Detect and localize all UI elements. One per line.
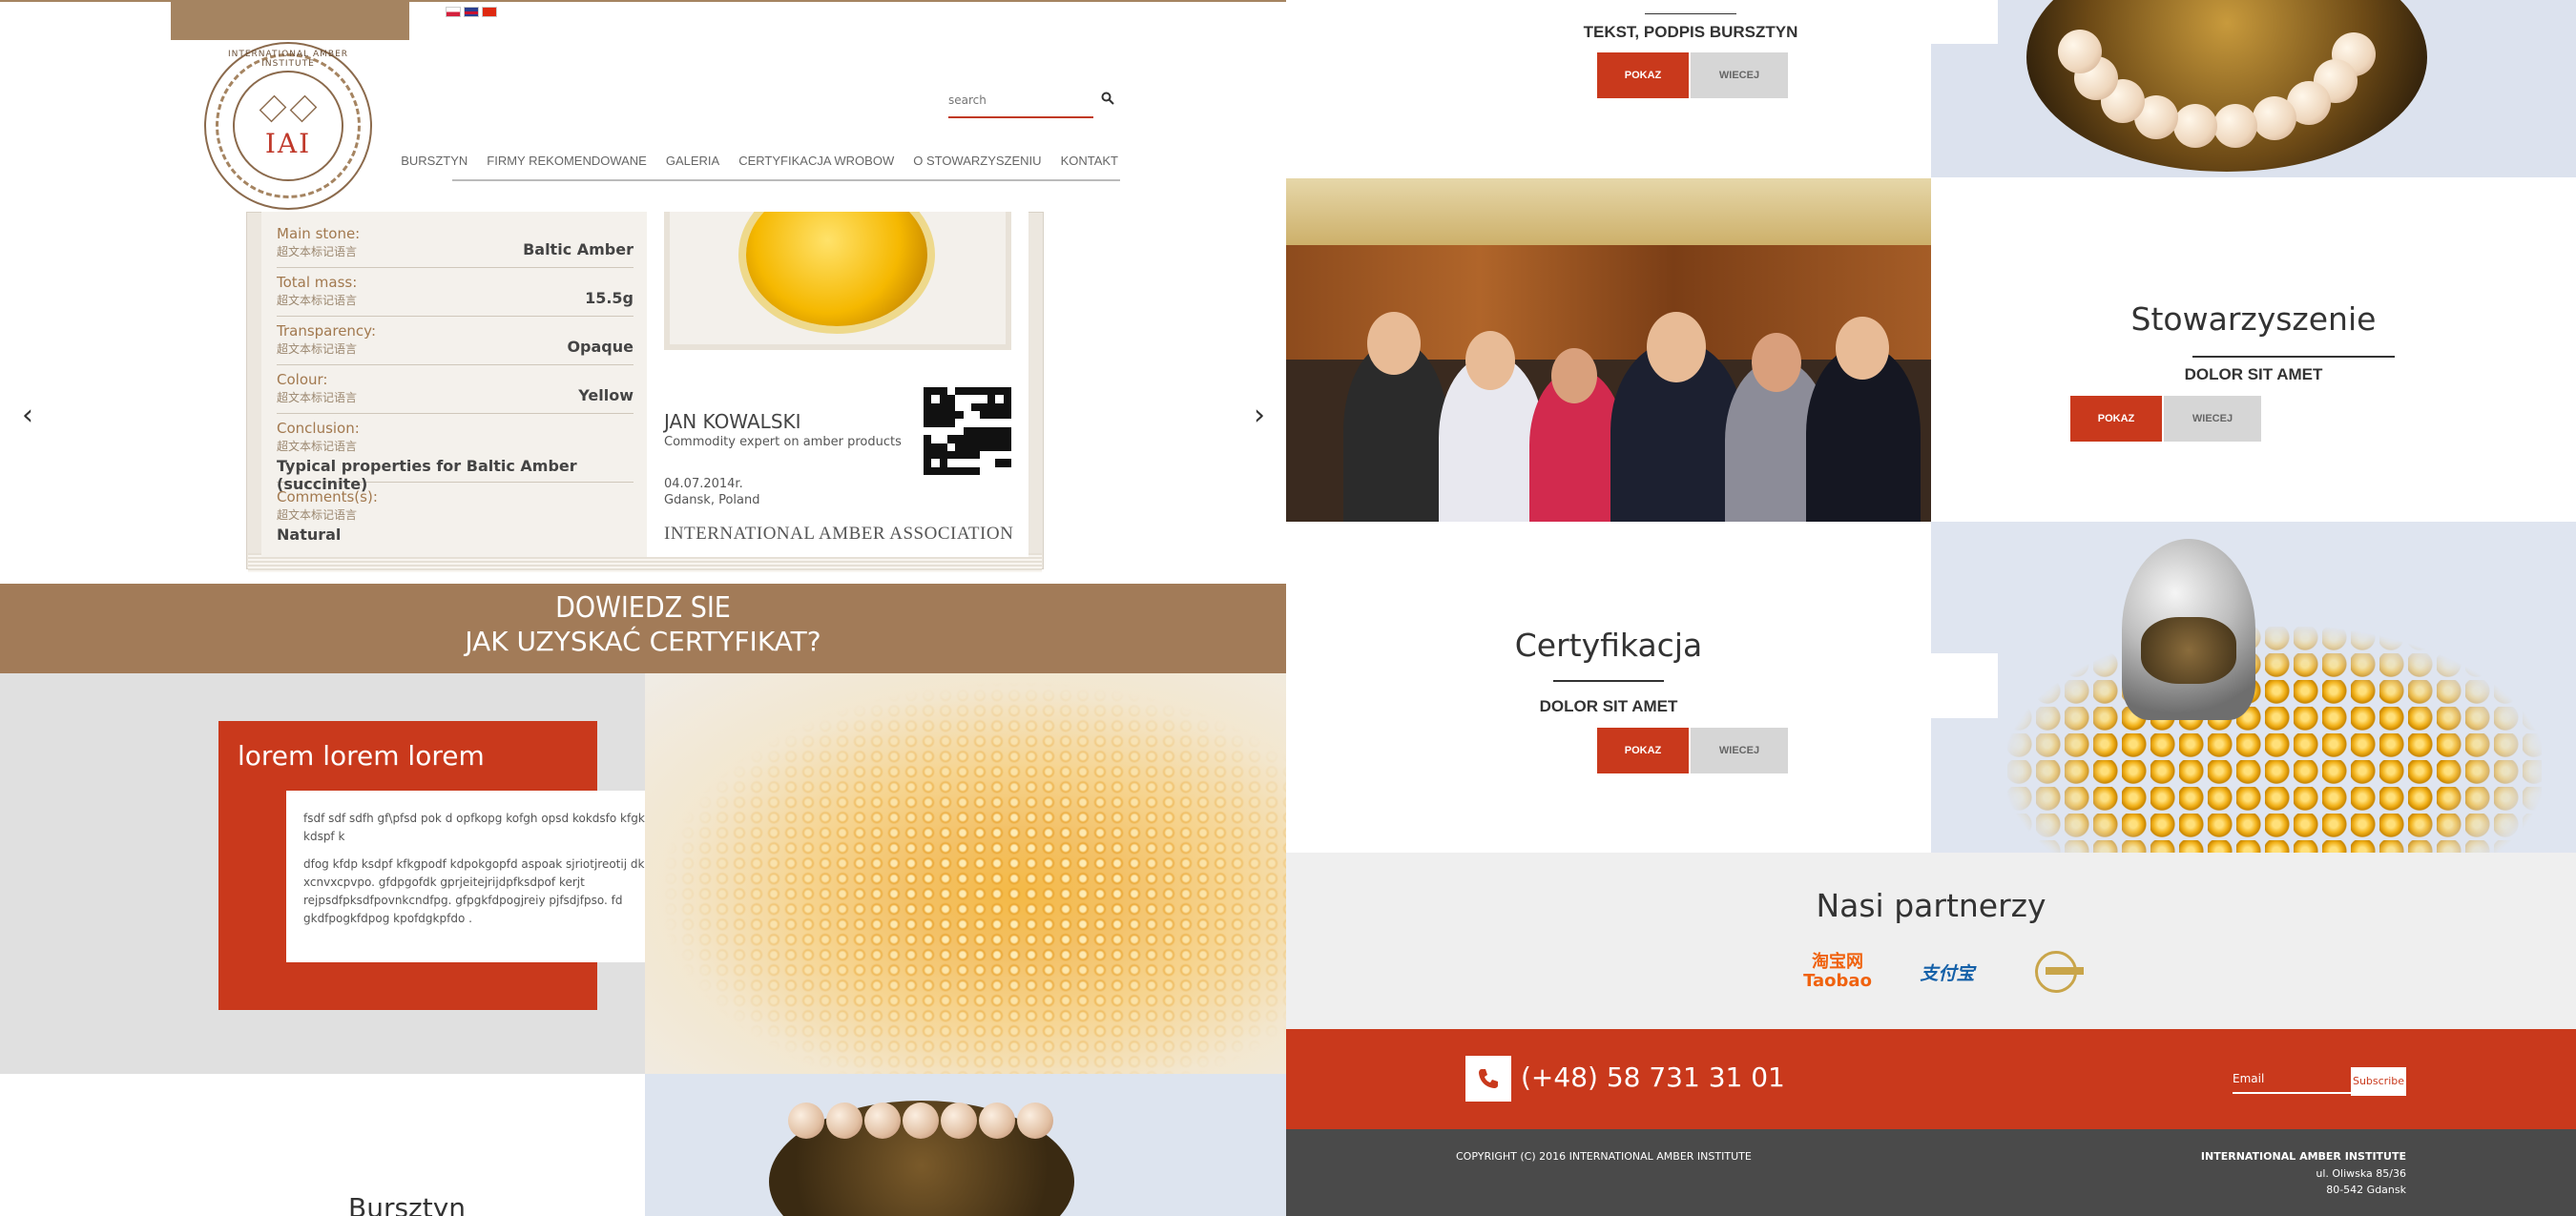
- property-label: Comments(s):: [277, 488, 378, 505]
- property-sublabel: 超文本标记语言: [277, 508, 358, 522]
- nav-item-certyfikacja[interactable]: CERTYFIKACJA WROBOW: [738, 154, 894, 168]
- property-row: Transparency: 超文本标记语言 Opaque: [277, 317, 634, 365]
- property-label: Total mass:: [277, 274, 358, 291]
- section-divider: [1645, 13, 1736, 14]
- banner-line-2: JAK UZYSKAĆ CERTYFIKAT?: [465, 626, 821, 657]
- logo-gems-icon: [259, 93, 318, 124]
- property-row: Comments(s): 超文本标记语言 Natural: [277, 483, 634, 551]
- left-panel: INTERNATIONAL AMBER INSTITUTE IAI BURSZT…: [0, 0, 1286, 1216]
- newsletter-email: [2233, 1065, 2353, 1094]
- info-paragraph: fsdf sdf sdfh gf\pfsd pok d opfkopg kofg…: [303, 812, 682, 843]
- property-label: Conclusion:: [277, 420, 360, 437]
- pl-flag-icon[interactable]: [446, 7, 461, 17]
- footer: COPYRIGHT (C) 2016 INTERNATIONAL AMBER I…: [1286, 1129, 2576, 1216]
- pokaz-button[interactable]: POKAZ: [2070, 396, 2162, 442]
- partners-title: Nasi partnerzy: [1816, 887, 2046, 924]
- amber-bowl-photo-top: [1931, 0, 2576, 177]
- certificate-place: Gdansk, Poland: [664, 493, 760, 507]
- amber-pendant-stone: [746, 212, 927, 326]
- property-value: Yellow: [578, 386, 634, 404]
- pokaz-button[interactable]: POKAZ: [1597, 52, 1689, 98]
- section-divider: [1553, 680, 1664, 682]
- property-sublabel: 超文本标记语言: [277, 294, 358, 307]
- footer-address-line-1: ul. Oliwska 85/36: [2316, 1167, 2406, 1180]
- nav-item-o-stowarzyszeniu[interactable]: O STOWARZYSZENIU: [913, 154, 1041, 168]
- footer-address-line-2: 80-542 Gdansk: [2326, 1184, 2406, 1196]
- site-logo[interactable]: INTERNATIONAL AMBER INSTITUTE IAI: [204, 42, 372, 210]
- alipay-logo[interactable]: 支付宝: [1912, 948, 1983, 996]
- stowarzyszenie-title: Stowarzyszenie: [2130, 300, 2377, 338]
- expert-name: JAN KOWALSKI: [664, 410, 801, 433]
- property-value: Natural: [277, 526, 342, 544]
- certificate-details: JAN KOWALSKI Commodity expert on amber p…: [647, 212, 1028, 557]
- certyfikacja-title: Certyfikacja: [1514, 627, 1703, 664]
- property-row: Colour: 超文本标记语言 Yellow: [277, 365, 634, 414]
- certificate: Main stone: 超文本标记语言 Baltic Amber Total m…: [261, 212, 1028, 557]
- wiecej-button[interactable]: WIECEJ: [2164, 396, 2261, 442]
- nav-item-bursztyn[interactable]: BURSZTYN: [401, 154, 467, 168]
- amber-pendant-image: [664, 212, 1011, 350]
- banner-line-1: DOWIEDZ SIE: [555, 591, 731, 625]
- logo-tab: [171, 0, 409, 40]
- amber-bowl-photo: [645, 1074, 1286, 1216]
- certificate-properties: Main stone: 超文本标记语言 Baltic Amber Total m…: [261, 212, 647, 557]
- partners-section: Nasi partnerzy 淘宝网 Taobao 支付宝: [1286, 853, 2576, 1029]
- taobao-logo[interactable]: 淘宝网 Taobao: [1801, 948, 1874, 996]
- nav-item-galeria[interactable]: GALERIA: [666, 154, 719, 168]
- cn-flag-icon[interactable]: [482, 7, 497, 17]
- logo-arc-text: INTERNATIONAL AMBER INSTITUTE: [227, 50, 349, 69]
- phone-number[interactable]: (+48) 58 731 31 01: [1521, 1061, 1785, 1093]
- email-field[interactable]: [2233, 1065, 2353, 1092]
- certificate-date: 04.07.2014r.: [664, 477, 743, 491]
- main-nav: BURSZTYN FIRMY REKOMENDOWANE GALERIA CER…: [401, 141, 1120, 181]
- amber-thimble-photo: [1931, 522, 2576, 853]
- property-sublabel: 超文本标记语言: [277, 440, 358, 453]
- search-icon[interactable]: [1101, 92, 1114, 105]
- certificate-organization: INTERNATIONAL AMBER ASSOCIATION: [664, 524, 1014, 544]
- property-row: Conclusion: 超文本标记语言 Typical properties f…: [277, 414, 634, 493]
- right-panel: TEKST, PODPIS BURSZTYN POKAZ WIECEJ Stow…: [1286, 0, 2576, 1216]
- group-photo: [1286, 178, 1931, 522]
- certyfikacja-section: Certyfikacja DOLOR SIT AMET POKAZ WIECEJ: [1286, 522, 1931, 853]
- page: INTERNATIONAL AMBER INSTITUTE IAI BURSZT…: [0, 0, 2576, 1216]
- en-flag-icon[interactable]: [464, 7, 479, 17]
- certificate-cta-banner[interactable]: DOWIEDZ SIE JAK UZYSKAĆ CERTYFIKAT?: [0, 584, 1286, 673]
- taobao-logo-en: Taobao: [1803, 971, 1872, 991]
- subscribe-button[interactable]: Subscribe: [2351, 1067, 2406, 1096]
- phone-icon: [1465, 1056, 1511, 1102]
- property-value: Baltic Amber: [523, 240, 634, 258]
- search-input[interactable]: [948, 84, 1093, 116]
- slider-prev-button[interactable]: ‹: [13, 401, 42, 431]
- property-row: Main stone: 超文本标记语言 Baltic Amber: [277, 219, 634, 268]
- property-value: 15.5g: [585, 289, 634, 307]
- logo-inner: IAI: [233, 71, 343, 181]
- property-row: Total mass: 超文本标记语言 15.5g: [277, 268, 634, 317]
- nav-item-kontakt[interactable]: KONTAKT: [1061, 154, 1118, 168]
- info-paragraph: dfog kfdp ksdpf kfkgpodf kdpokgopfd aspo…: [303, 857, 693, 925]
- taobao-logo-cn: 淘宝网: [1812, 952, 1863, 972]
- stowarzyszenie-subtitle: DOLOR SIT AMET: [2184, 365, 2323, 383]
- partner-logos: 淘宝网 Taobao 支付宝: [1801, 948, 2091, 996]
- slider-next-button[interactable]: ›: [1245, 401, 1274, 431]
- search-box: [948, 84, 1093, 118]
- contact-bar: (+48) 58 731 31 01 Subscribe: [1286, 1029, 2576, 1129]
- expert-title: Commodity expert on amber products: [664, 435, 902, 449]
- footer-org-name: INTERNATIONAL AMBER INSTITUTE: [2200, 1150, 2406, 1163]
- section-divider: [2192, 356, 2395, 358]
- qr-code: [924, 387, 1011, 475]
- logo-monogram: IAI: [264, 127, 312, 159]
- info-card-title: lorem lorem lorem: [238, 740, 485, 772]
- partner-circle-logo[interactable]: [2021, 948, 2091, 996]
- language-switcher: [446, 7, 497, 17]
- wiecej-button[interactable]: WIECEJ: [1691, 728, 1788, 773]
- wiecej-button[interactable]: WIECEJ: [1691, 52, 1788, 98]
- nav-item-firmy[interactable]: FIRMY REKOMENDOWANE: [487, 154, 647, 168]
- bursztyn-section-title: Bursztyn: [348, 1192, 467, 1216]
- pokaz-button[interactable]: POKAZ: [1597, 728, 1689, 773]
- property-value: Opaque: [567, 338, 634, 356]
- stowarzyszenie-section: Stowarzyszenie DOLOR SIT AMET POKAZ WIEC…: [1931, 178, 2576, 522]
- copyright-text: COPYRIGHT (C) 2016 INTERNATIONAL AMBER I…: [1456, 1150, 1752, 1163]
- certyfikacja-subtitle: DOLOR SIT AMET: [1539, 697, 1678, 715]
- amber-beads-photo: [645, 673, 1286, 1074]
